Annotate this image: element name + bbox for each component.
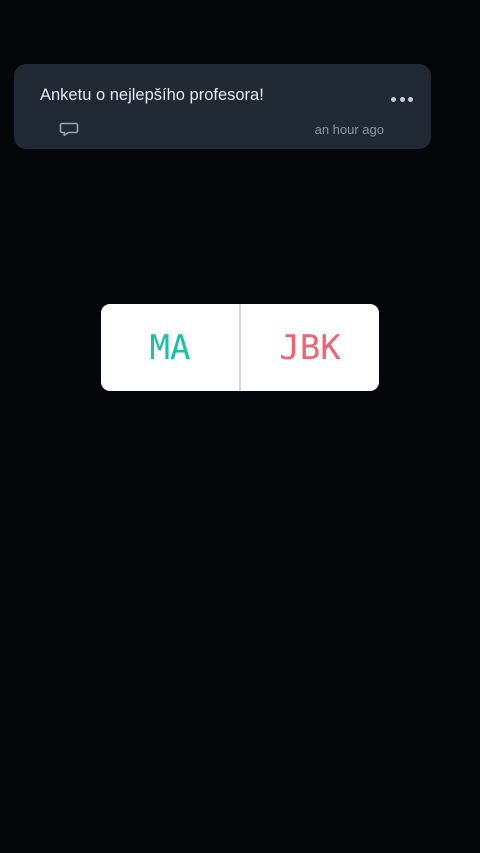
dot-icon — [408, 96, 413, 102]
app-screen: Anketu o nejlepšího profesora! an hour a… — [0, 0, 480, 853]
poll-option-jbk[interactable]: JBK — [241, 304, 379, 391]
dot-icon — [391, 96, 396, 102]
more-dots-icon[interactable] — [391, 96, 413, 102]
post-timestamp: an hour ago — [314, 122, 384, 137]
poll-option-ma[interactable]: MA — [101, 304, 241, 391]
comment-icon[interactable] — [59, 120, 79, 138]
post-title: Anketu o nejlepšího profesora! — [40, 86, 264, 104]
post-card[interactable]: Anketu o nejlepšího profesora! an hour a… — [14, 64, 431, 149]
poll-widget: MA JBK — [101, 304, 379, 391]
poll-option-label: MA — [149, 327, 191, 368]
dot-icon — [399, 96, 405, 102]
poll-option-label: JBK — [279, 327, 341, 368]
